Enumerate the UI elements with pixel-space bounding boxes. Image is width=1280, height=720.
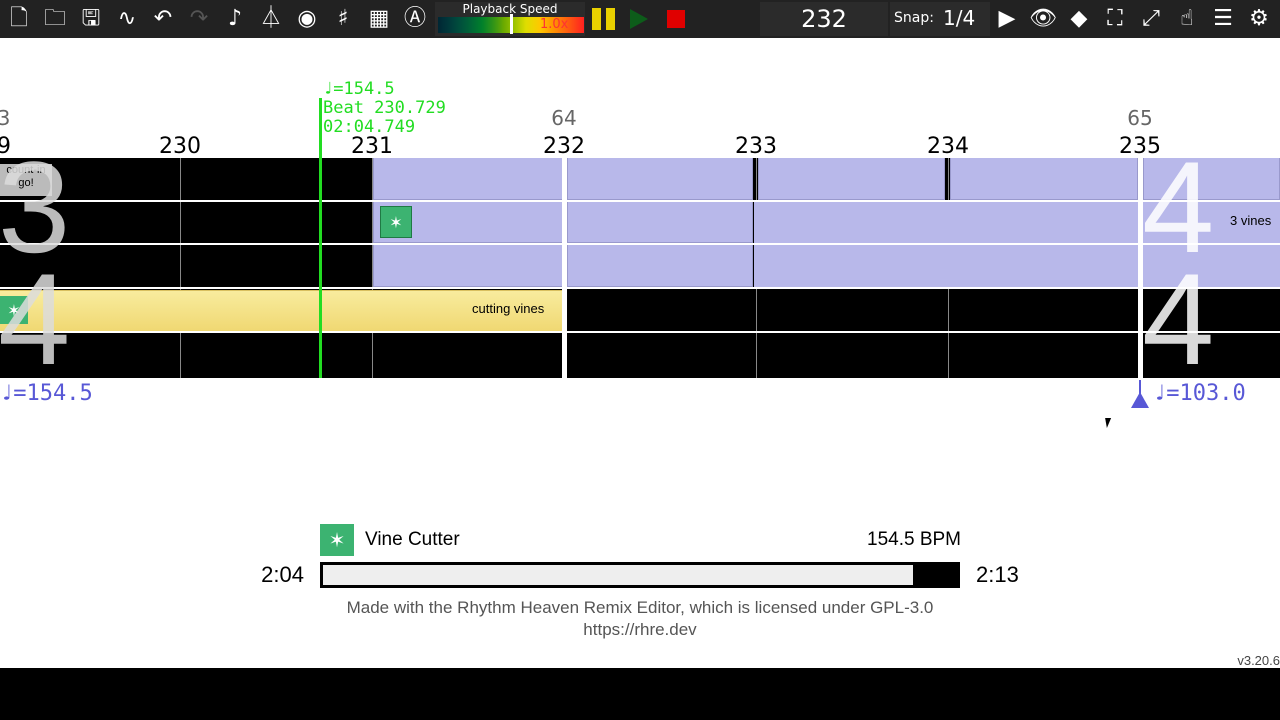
new-file-icon[interactable]: 🗋 xyxy=(3,3,35,35)
playback-speed-value: 1.0x xyxy=(540,17,569,32)
playhead-line[interactable] xyxy=(319,156,322,378)
time-signature-icon[interactable]: ♯ xyxy=(327,3,359,35)
progress-bar xyxy=(320,562,960,588)
presentation-icon[interactable]: ▶ xyxy=(991,3,1023,35)
measure-number: 65 xyxy=(1127,106,1153,130)
playhead-bpm: ♩=154.5 xyxy=(323,79,395,99)
play-icon[interactable] xyxy=(630,9,648,29)
tempo-marker-icon[interactable] xyxy=(1131,392,1149,408)
save-icon[interactable]: 🖫 xyxy=(75,3,107,35)
cue-block[interactable] xyxy=(567,201,753,243)
vine-cutter-icon: ✶ xyxy=(380,206,412,238)
license-text: Made with the Rhythm Heaven Remix Editor… xyxy=(346,598,934,617)
snap-value[interactable]: 1/4 xyxy=(943,6,975,30)
tapalong-icon[interactable]: ☝ xyxy=(1171,3,1203,35)
track-divider xyxy=(0,243,1280,245)
playback-speed-marker[interactable] xyxy=(510,14,513,34)
undo-icon[interactable]: ↶ xyxy=(147,3,179,35)
cue-block[interactable] xyxy=(567,156,753,200)
grid-icon[interactable]: ▦ xyxy=(363,3,395,35)
autosave-icon[interactable]: Ⓐ xyxy=(399,3,431,35)
time-current: 2:04 xyxy=(261,562,304,587)
cue-block[interactable] xyxy=(950,156,1138,200)
time-signature-bottom[interactable]: 4 xyxy=(1142,254,1214,384)
cue-label: 3 vines xyxy=(1230,213,1272,228)
playhead-info: ♩=154.5 Beat 230.729 02:04.749 xyxy=(323,80,446,137)
vine-cutter-icon: ✶ xyxy=(320,524,354,556)
redo-icon[interactable]: ↷ xyxy=(183,3,215,35)
website-link[interactable]: https://rhre.dev xyxy=(0,620,1280,640)
tempo-change-label[interactable]: ♩=154.5 xyxy=(0,381,93,406)
measure-line xyxy=(562,156,567,378)
pause-icon[interactable] xyxy=(592,8,616,30)
cue-block[interactable] xyxy=(758,156,945,200)
track-divider xyxy=(0,331,1280,333)
toolbar: 🗋 🗀 🖫 ∿ ↶ ↷ ♪ ⏃ ◉ ♯ ▦ Ⓐ Playback Speed 1… xyxy=(0,0,1280,38)
music-waveform-icon[interactable]: ∿ xyxy=(111,3,143,35)
beat-line xyxy=(180,156,181,378)
cue-label: cutting vines xyxy=(472,301,545,316)
time-total: 2:13 xyxy=(976,562,1019,587)
cue-block[interactable] xyxy=(373,244,563,287)
open-folder-icon[interactable]: 🗀 xyxy=(39,3,71,35)
progress-fill xyxy=(323,565,913,585)
tempo-change-label[interactable]: ♩=103.0 xyxy=(1153,381,1246,406)
game-name: Vine Cutter xyxy=(365,529,460,550)
view-icon[interactable]: 👁 xyxy=(1027,3,1059,35)
track-divider xyxy=(0,200,1280,202)
cue-block[interactable] xyxy=(373,156,563,200)
stop-icon[interactable] xyxy=(667,10,685,28)
info-icon[interactable]: ☰ xyxy=(1207,3,1239,35)
audio-sync-icon[interactable]: ◉ xyxy=(291,3,323,35)
settings-icon[interactable]: ⚙ xyxy=(1243,3,1275,35)
playhead-beat: Beat 230.729 xyxy=(323,98,446,118)
editor-canvas[interactable]: ♩=154.5 Beat 230.729 02:04.749 3 64 65 9… xyxy=(0,38,1280,668)
fullscreen-icon[interactable]: ⛶ xyxy=(1099,3,1131,35)
track-divider xyxy=(0,287,1280,289)
track-divider xyxy=(0,156,1280,158)
cue-block[interactable] xyxy=(567,244,753,287)
current-beat-display: 232 xyxy=(760,2,888,36)
status-bpm: 154.5 BPM xyxy=(867,529,961,550)
version-label: v3.20.6 xyxy=(1237,653,1280,668)
playhead-line-top xyxy=(319,98,322,158)
track-area[interactable]: ✶ ✶ cutting vines count-in go! 3 vines 3… xyxy=(0,142,1280,384)
snap-label: Snap: xyxy=(894,10,934,26)
time-signature-bottom[interactable]: 4 xyxy=(0,254,70,384)
palette-icon[interactable]: ◆ xyxy=(1063,3,1095,35)
measure-number: 3 xyxy=(0,106,11,130)
resize-icon[interactable]: ⤢ xyxy=(1135,3,1167,35)
metronome-icon[interactable]: ⏃ xyxy=(255,3,287,35)
music-note-icon[interactable]: ♪ xyxy=(219,3,251,35)
measure-number: 64 xyxy=(551,106,577,130)
mouse-cursor-icon xyxy=(1105,418,1113,428)
